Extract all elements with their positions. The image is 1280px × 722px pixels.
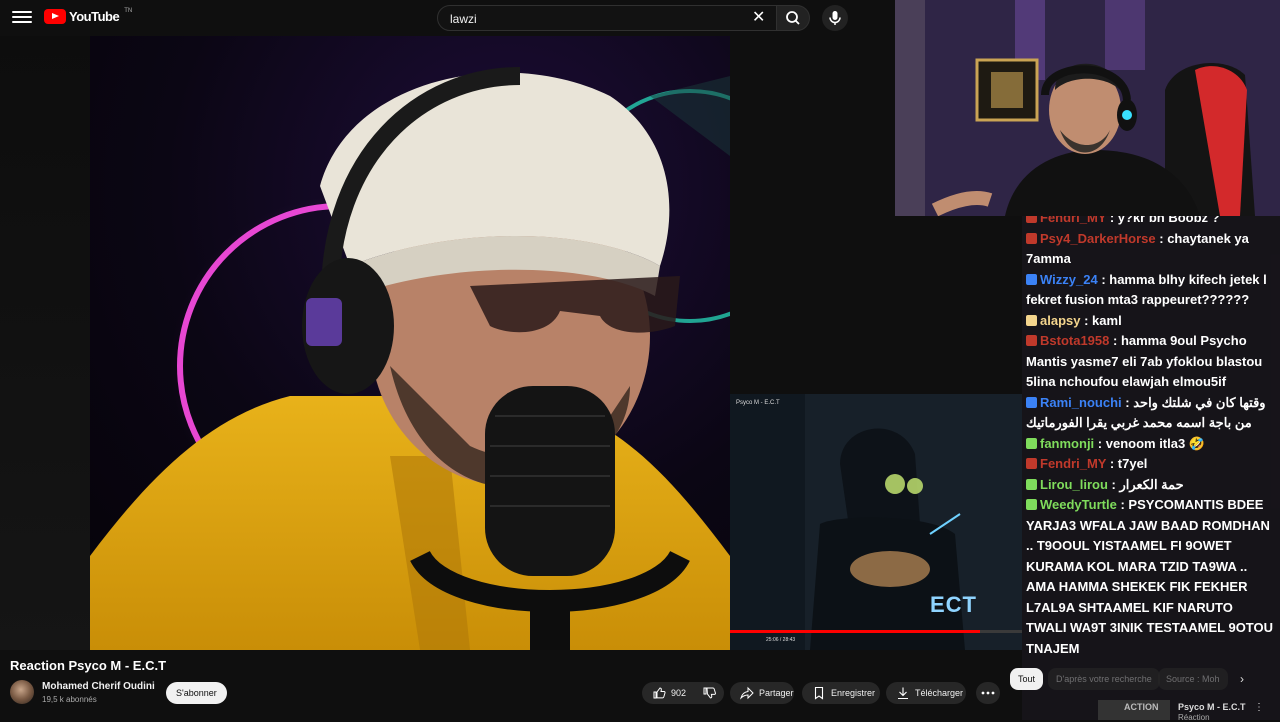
dislike-button[interactable] — [692, 682, 724, 704]
menu-icon[interactable] — [12, 8, 32, 28]
chat-message: Bstota1958 : hamma 9oul Psycho Mantis ya… — [1022, 331, 1280, 393]
chat-badge-icon — [1026, 499, 1037, 510]
video-frame-illustration — [90, 67, 730, 650]
search-button[interactable] — [776, 5, 810, 31]
youtube-play-icon — [44, 9, 66, 24]
share-label: Partager — [759, 688, 794, 698]
inset-timestamp: 25:06 / 28:43 — [766, 637, 796, 643]
more-vertical-icon[interactable]: ⋮ — [1254, 702, 1264, 713]
chat-text: : y?kr bh Boobz ? — [1109, 216, 1220, 225]
share-icon — [740, 686, 754, 700]
save-label: Enregistrer — [831, 688, 876, 698]
chat-message: Fendri_MY : y?kr bh Boobz ? — [1022, 216, 1280, 229]
like-button[interactable]: 902 — [642, 682, 692, 704]
chat-badge-icon — [1026, 335, 1037, 346]
youtube-logo[interactable]: YouTube TN — [44, 7, 133, 24]
chat-text: : PSYCOMANTIS BDEE YARJA3 WFALA JAW BAAD… — [1026, 497, 1274, 656]
chat-text: : venoom itla3 🤣 — [1097, 435, 1206, 451]
chat-message: Fendri_MY : t7yel — [1022, 454, 1280, 475]
next-thumb-text: ACTION — [1124, 702, 1159, 712]
channel-name[interactable]: Mohamed Cherif Oudini — [42, 681, 155, 692]
subscriber-count: 19,5 k abonnés — [42, 695, 97, 704]
chat-username: Bstota1958 — [1040, 333, 1110, 348]
inset-title: Psyco M - E.C.T — [736, 400, 780, 406]
inset-art-text: ECT — [930, 592, 977, 617]
next-video-thumbnail[interactable]: ACTION — [1098, 700, 1170, 720]
chat-text: : t7yel — [1109, 456, 1148, 471]
chat-username: Rami_nouchi — [1040, 394, 1122, 410]
chat-badge-icon — [1026, 314, 1037, 326]
chat-username: Fendri_MY — [1040, 216, 1107, 225]
chat-message: Rami_nouchi : وقتها كان في شلتك واحد من … — [1022, 393, 1280, 434]
next-video-title[interactable]: Psyco M - E.C.T — [1178, 702, 1246, 712]
chat-message: Wizzy_24 : hamma blhy kifech jetek l fek… — [1022, 270, 1280, 311]
webcam-illustration — [895, 0, 1280, 216]
chat-username: alapsy — [1040, 312, 1081, 328]
chat-text: : kaml — [1084, 312, 1122, 328]
chip-all[interactable]: Tout — [1010, 668, 1044, 690]
video-player[interactable] — [90, 36, 730, 650]
video-title: Reaction Psyco M - E.C.T — [10, 658, 167, 673]
chip-from-search[interactable]: D'après votre recherche — [1048, 668, 1160, 690]
chat-badge-icon — [1026, 396, 1037, 408]
chat-badge-icon — [1026, 478, 1037, 490]
subscribe-button[interactable]: S'abonner — [166, 682, 227, 704]
mic-icon — [829, 11, 841, 25]
download-button[interactable]: Télécharger — [886, 682, 966, 704]
bookmark-icon — [814, 686, 824, 700]
chat-badge-icon — [1026, 216, 1037, 223]
more-horizontal-icon — [981, 691, 995, 695]
chat-username: Lirou_lirou — [1040, 476, 1108, 492]
inset-illustration — [730, 394, 1022, 650]
chat-username: Psy4_DarkerHorse — [1040, 230, 1156, 246]
country-code: TN — [124, 7, 133, 14]
chat-message: Psy4_DarkerHorse : chaytanek ya 7amma — [1022, 229, 1280, 270]
chat-message: Lirou_lirou : حمة الكعرار — [1022, 475, 1280, 496]
chat-text: : حمة الكعرار — [1111, 476, 1184, 492]
reacted-video-inset: Psyco M - E.C.T ECT 25:06 / 28:43 — [730, 394, 1022, 650]
save-button[interactable]: Enregistrer — [802, 682, 880, 704]
chat-badge-icon — [1026, 437, 1037, 449]
search-icon — [786, 11, 800, 25]
share-button[interactable]: Partager — [730, 682, 794, 704]
live-chat-overlay: Fendri_MY : y?kr bh Boobz ? Psy4_DarkerHo… — [1022, 216, 1280, 720]
download-icon — [898, 687, 908, 700]
chat-badge-icon — [1026, 232, 1037, 244]
thumbs-up-icon — [653, 687, 666, 699]
chat-badge-icon — [1026, 273, 1037, 285]
avatar[interactable] — [10, 680, 34, 704]
player-left-area — [0, 36, 90, 650]
chat-username: Wizzy_24 — [1040, 271, 1098, 287]
chevron-right-icon[interactable]: › — [1240, 672, 1244, 686]
chat-username: Fendri_MY — [1040, 456, 1107, 471]
search-input[interactable] — [448, 9, 742, 29]
download-label: Télécharger — [915, 688, 964, 698]
streamer-webcam — [895, 0, 1280, 216]
thumbs-down-icon — [703, 687, 716, 699]
chip-source[interactable]: Source : Moh — [1158, 668, 1228, 690]
logo-text: YouTube — [69, 9, 120, 24]
chat-message: alapsy : kaml — [1022, 311, 1280, 332]
search-box — [437, 5, 778, 31]
chat-message: fanmonji : venoom itla3 🤣 — [1022, 434, 1280, 455]
like-count: 902 — [671, 688, 687, 698]
chat-username: WeedyTurtle — [1040, 497, 1117, 512]
close-icon[interactable]: ✕ — [752, 7, 765, 27]
chat-username: fanmonji — [1040, 435, 1095, 451]
voice-search-button[interactable] — [822, 5, 848, 31]
chat-badge-icon — [1026, 458, 1037, 469]
chat-message: WeedyTurtle : PSYCOMANTIS BDEE YARJA3 WF… — [1022, 495, 1280, 659]
next-video-sub: Réaction — [1178, 713, 1210, 722]
more-actions-button[interactable] — [976, 682, 1000, 704]
